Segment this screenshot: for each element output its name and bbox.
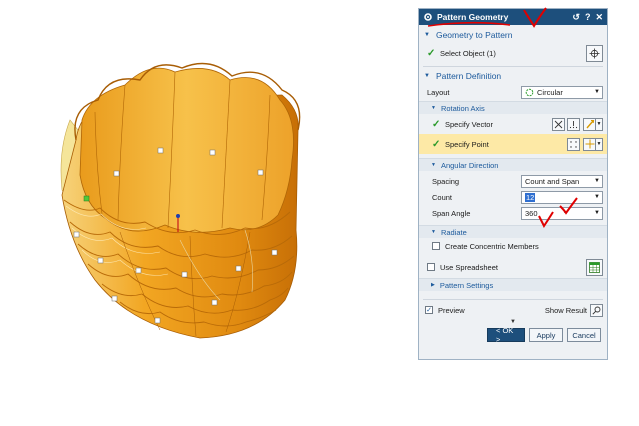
span-angle-label: Span Angle [432, 208, 471, 218]
reverse-direction-icon [554, 120, 563, 128]
layout-value: Circular [537, 87, 563, 97]
dialog-title: Pattern Geometry [437, 12, 509, 22]
count-label: Count [432, 192, 453, 202]
dialog-titlebar[interactable]: Pattern Geometry ↺ ? ✕ [419, 9, 607, 25]
span-angle-unit: ° [563, 208, 567, 218]
preview-label: Preview [438, 305, 465, 315]
angular-direction-group[interactable]: ▼ Angular Direction [419, 158, 607, 171]
cancel-button[interactable]: Cancel [567, 328, 601, 342]
spacing-dropdown[interactable]: Count and Span ▼ [521, 174, 603, 188]
expand-triangle-icon: ▶ [431, 282, 435, 288]
count-input[interactable]: 12 ▼ [521, 190, 603, 204]
spreadsheet-icon [589, 261, 600, 273]
specify-point-label: Specify Point [445, 139, 489, 149]
point-dialog-button[interactable] [567, 137, 580, 151]
dropdown-arrow-icon: ▼ [594, 89, 600, 95]
collapse-triangle-icon: ▼ [431, 229, 436, 235]
subgroup-header-label: Angular Direction [440, 160, 499, 170]
span-angle-row: Span Angle 360 ° ▼ [419, 205, 607, 221]
subgroup-header-label: Rotation Axis [440, 103, 485, 113]
count-value: 12 [525, 192, 536, 202]
pattern-settings-group[interactable]: ▶ Pattern Settings [419, 278, 607, 291]
apply-button[interactable]: Apply [529, 328, 563, 342]
use-spreadsheet-checkbox[interactable] [427, 263, 435, 271]
vector-dialog-button[interactable] [567, 117, 580, 131]
collapse-triangle-icon: ▼ [431, 162, 436, 168]
select-object-label: Select Object (1) [440, 48, 496, 58]
specify-vector-row[interactable]: ✓ Specify Vector ▼ [419, 114, 607, 134]
circular-layout-icon [525, 88, 534, 96]
preview-checkbox[interactable]: ✓ [425, 306, 433, 314]
help-icon[interactable]: ? [585, 12, 591, 22]
check-icon: ✓ [427, 47, 436, 59]
vector-dialog-icon [569, 120, 578, 128]
dropdown-arrow-icon[interactable]: ▼ [592, 194, 602, 200]
collapse-triangle-icon: ▼ [431, 105, 436, 111]
rotation-axis-group[interactable]: ▼ Rotation Axis [419, 101, 607, 114]
create-concentric-row[interactable]: Create Concentric Members [419, 238, 607, 254]
dialog-button-bar: < OK > Apply Cancel [419, 326, 607, 344]
geometry-to-pattern-group[interactable]: ▼ Geometry to Pattern [419, 28, 607, 42]
inferred-vector-button[interactable] [583, 117, 596, 131]
inferred-point-icon [585, 139, 594, 149]
point-options-dropdown[interactable]: ▼ [596, 137, 603, 151]
group-header-label: Geometry to Pattern [435, 30, 513, 40]
dropdown-arrow-icon: ▼ [594, 178, 600, 184]
divider [423, 299, 603, 300]
spacing-row: Spacing Count and Span ▼ [419, 173, 607, 189]
ok-button[interactable]: < OK > [487, 326, 525, 344]
crosshair-icon [589, 48, 600, 58]
radiate-group[interactable]: ▼ Radiate [419, 225, 607, 238]
spacing-value: Count and Span [525, 176, 580, 186]
specify-point-row[interactable]: ✓ Specify Point ▼ [419, 134, 607, 154]
close-icon[interactable]: ✕ [595, 12, 603, 23]
group-header-label: Pattern Definition [435, 71, 502, 81]
use-spreadsheet-label: Use Spreadsheet [440, 262, 498, 272]
reverse-direction-button[interactable] [552, 117, 565, 131]
subgroup-header-label: Pattern Settings [439, 280, 494, 290]
gear-icon [424, 13, 432, 21]
inferred-point-button[interactable] [583, 137, 596, 151]
patterned-bowl-model[interactable] [0, 0, 418, 426]
more-options-icon[interactable]: ▼ [419, 318, 607, 326]
spreadsheet-button[interactable] [586, 258, 603, 276]
magnifier-icon [592, 306, 601, 315]
point-dialog-icon [570, 140, 577, 148]
dropdown-arrow-icon[interactable]: ▼ [592, 210, 602, 216]
create-concentric-label: Create Concentric Members [445, 241, 539, 251]
layout-label: Layout [427, 87, 450, 97]
specify-vector-label: Specify Vector [445, 119, 493, 129]
check-icon: ✓ [432, 118, 441, 130]
inferred-vector-icon [585, 120, 594, 129]
span-angle-value: 360 [525, 208, 538, 218]
show-result-label: Show Result [544, 305, 587, 315]
preview-row: ✓ Preview Show Result [419, 302, 607, 318]
graphics-viewport[interactable] [0, 0, 418, 426]
select-object-row[interactable]: ✓ Select Object (1) [419, 42, 607, 64]
subgroup-header-label: Radiate [440, 227, 467, 237]
layout-dropdown[interactable]: Circular ▼ [521, 85, 603, 99]
divider [423, 66, 603, 67]
span-angle-input[interactable]: 360 ° ▼ [521, 206, 603, 220]
use-spreadsheet-row[interactable]: Use Spreadsheet [419, 256, 607, 278]
count-row: Count 12 ▼ [419, 189, 607, 205]
create-concentric-checkbox[interactable] [432, 242, 440, 250]
show-result-button[interactable] [590, 303, 603, 317]
vector-options-dropdown[interactable]: ▼ [596, 117, 603, 131]
reset-icon[interactable]: ↺ [572, 12, 580, 23]
spacing-label: Spacing [432, 176, 460, 186]
pattern-geometry-dialog: Pattern Geometry ↺ ? ✕ ▼ Geometry to Pat… [418, 8, 608, 360]
collapse-triangle-icon: ▼ [424, 32, 430, 38]
collapse-triangle-icon: ▼ [424, 73, 430, 79]
check-icon: ✓ [432, 138, 441, 150]
crosshair-select-button[interactable] [586, 44, 603, 62]
layout-row: Layout Circular ▼ [419, 83, 607, 101]
pattern-definition-group[interactable]: ▼ Pattern Definition [419, 69, 607, 83]
